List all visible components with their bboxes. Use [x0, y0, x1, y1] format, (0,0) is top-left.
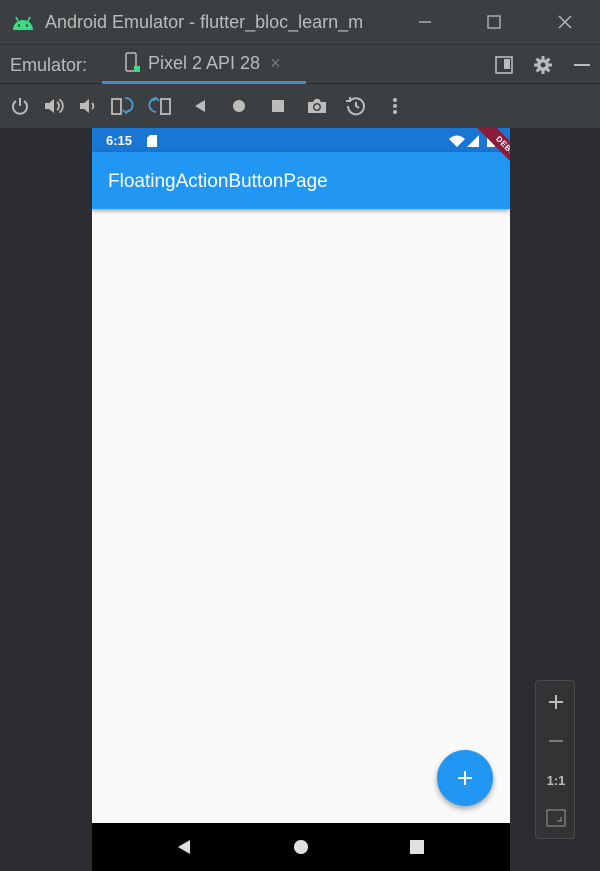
- debug-banner: DEBUG: [462, 128, 510, 188]
- back-icon[interactable]: [188, 94, 212, 118]
- debug-banner-label: DEBUG: [474, 128, 510, 183]
- app-bar: FloatingActionButtonPage: [92, 152, 510, 209]
- tab-label: Pixel 2 API 28: [148, 52, 261, 73]
- sd-card-icon: [147, 134, 157, 147]
- close-icon[interactable]: [543, 0, 587, 44]
- nav-back-icon[interactable]: [172, 835, 196, 859]
- status-bar: 6:15: [92, 128, 510, 152]
- layout-icon[interactable]: [492, 53, 516, 77]
- floating-action-button[interactable]: [437, 750, 493, 806]
- window-title: Android Emulator - flutter_bloc_learn_m: [45, 11, 364, 32]
- tab-close-icon[interactable]: ×: [270, 53, 281, 74]
- zoom-panel: 1:1: [535, 680, 575, 839]
- android-logo-icon: [11, 10, 35, 34]
- device-screen[interactable]: 6:15 FloatingActionButtonPage DEBUG: [92, 128, 510, 871]
- rotate-left-icon[interactable]: [110, 94, 134, 118]
- volume-down-icon[interactable]: [75, 94, 99, 118]
- home-icon[interactable]: [227, 94, 251, 118]
- minimize-icon[interactable]: [403, 0, 447, 44]
- nav-home-icon[interactable]: [289, 835, 313, 859]
- gear-icon[interactable]: [531, 53, 555, 77]
- minimize-panel-icon[interactable]: [570, 53, 594, 77]
- maximize-icon[interactable]: [472, 0, 516, 44]
- camera-icon[interactable]: [305, 94, 329, 118]
- actual-size-button[interactable]: 1:1: [536, 765, 576, 795]
- volume-up-icon[interactable]: [42, 94, 66, 118]
- tab-pixel-2-api-28[interactable]: Pixel 2 API 28 ×: [102, 45, 306, 84]
- emulator-toolbar: [0, 84, 600, 128]
- fit-screen-icon[interactable]: [536, 803, 576, 833]
- status-time: 6:15: [106, 133, 133, 148]
- emulator-label: Emulator:: [10, 55, 88, 75]
- zoom-in-button[interactable]: [536, 687, 576, 717]
- window-title-bar: Android Emulator - flutter_bloc_learn_m: [0, 0, 600, 44]
- zoom-out-button[interactable]: [536, 726, 576, 756]
- android-nav-bar: [92, 823, 510, 871]
- overview-icon[interactable]: [266, 94, 290, 118]
- more-icon[interactable]: [383, 94, 407, 118]
- emulator-tab-bar: Emulator: Pixel 2 API 28 ×: [0, 44, 600, 84]
- snapshot-restore-icon[interactable]: [344, 94, 368, 118]
- rotate-right-icon[interactable]: [148, 94, 172, 118]
- zoom-in-icon: [549, 695, 563, 709]
- add-icon: [458, 771, 472, 785]
- nav-overview-icon[interactable]: [405, 835, 429, 859]
- power-icon[interactable]: [8, 94, 32, 118]
- zoom-out-icon: [549, 740, 563, 742]
- page-title: FloatingActionButtonPage: [108, 171, 328, 192]
- device-icon: [124, 52, 140, 74]
